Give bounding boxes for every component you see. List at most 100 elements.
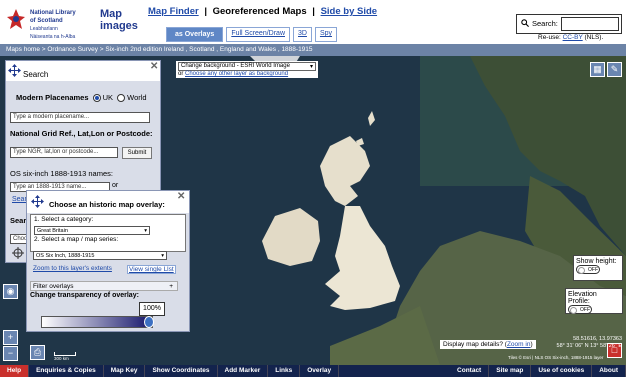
background-or: or — [178, 71, 184, 77]
show-height-label: Show height: — [576, 258, 617, 265]
attribution: Tiles © Esri | NLS OS Six-inch, 1888-191… — [508, 355, 604, 360]
step1-label: 1. Select a category: — [34, 216, 94, 223]
site-title-1: Map — [100, 8, 122, 20]
cc-by-link[interactable]: CC-BY — [563, 34, 583, 41]
category-select[interactable]: Great Britain ▾ — [34, 226, 150, 235]
enquiries-button[interactable]: Enquiries & Copies — [29, 365, 104, 377]
locate-me-icon[interactable] — [12, 247, 24, 259]
nav-current: Georeferenced Maps — [212, 6, 307, 17]
show-height-toggle[interactable]: OFF — [576, 265, 600, 274]
ngr-label: National Grid Ref., Lat,Lon or Postcode: — [10, 129, 153, 138]
six-inch-label: OS six-inch 1888-1913 names: — [10, 169, 113, 178]
print-icon[interactable]: ⎙ — [30, 345, 45, 360]
zoom-to-extents-link[interactable]: Zoom to this layer's extents — [33, 265, 112, 272]
background-chooser: Change background - ESRI World Image ▾ o… — [176, 61, 318, 78]
top-nav: Map Finder | Georeferenced Maps | Side b… — [148, 6, 377, 17]
search-link-truncated[interactable]: Sear — [12, 196, 27, 203]
view-fullscreen-button[interactable]: Full Screen/Draw — [226, 27, 290, 42]
about-link[interactable]: About — [592, 365, 626, 377]
edit-pencil-icon[interactable]: ✎ — [607, 62, 622, 77]
radio-uk-label: UK — [102, 93, 114, 102]
placename-input[interactable]: Type a modern placename... — [10, 112, 150, 123]
map-details: Display map details? (Zoom in) — [440, 340, 536, 349]
zoom-in-link[interactable]: Zoom in — [507, 341, 530, 348]
filter-overlays[interactable]: Filter overlays + — [30, 281, 178, 291]
zoom-in-button[interactable]: + — [3, 330, 18, 345]
show-height-box: Show height: OFF — [573, 255, 623, 281]
background-other-link[interactable]: Choose any other layer as background — [185, 71, 288, 77]
ngr-input[interactable]: Type NGR, lat,lon or postcode... — [10, 147, 118, 158]
move-arrows-icon[interactable] — [8, 64, 21, 77]
help-button[interactable]: Help — [0, 365, 30, 377]
view-3d-button[interactable]: 3D — [293, 27, 312, 42]
transparency-value[interactable]: 100% — [139, 302, 165, 316]
reuse-licence: Re-use: CC-BY (NLS). — [538, 34, 603, 41]
expand-plus-icon: + — [169, 283, 173, 290]
search-input[interactable] — [561, 17, 619, 31]
show-coordinates-button[interactable]: Show Coordinates — [145, 365, 218, 377]
transparency-slider[interactable] — [41, 316, 153, 328]
elevation-toggle[interactable]: OFF — [568, 305, 592, 314]
eye-icon[interactable]: ◉ — [3, 284, 18, 299]
close-icon[interactable]: ✕ — [150, 61, 158, 72]
map-key-button[interactable]: Map Key — [104, 365, 146, 377]
zoom-out-button[interactable]: − — [3, 346, 18, 361]
background-select[interactable]: Change background - ESRI World Image ▾ — [178, 62, 316, 71]
modern-placenames-text: Modern Placenames — [16, 93, 89, 102]
coord-decimal: 58.51616, 13.97363 — [573, 336, 622, 342]
background-selected: Change background - ESRI World Image — [181, 63, 290, 69]
transparency-slider-thumb[interactable] — [144, 316, 154, 328]
reuse-suffix: (NLS). — [584, 34, 604, 41]
org-gaelic-2: Nàiseanta na h-Alba — [30, 34, 76, 40]
site-search: Search: — [516, 14, 622, 34]
chevron-down-icon: ▾ — [161, 253, 164, 259]
radio-uk[interactable] — [92, 94, 101, 103]
view-spy-button[interactable]: Spy — [314, 27, 338, 42]
org-gaelic-1: Leabharlann — [30, 26, 58, 32]
radio-world[interactable] — [117, 94, 126, 103]
move-arrows-icon[interactable] — [31, 195, 44, 208]
site-title[interactable]: Map images — [100, 8, 138, 32]
chevron-down-icon: ▾ — [144, 228, 147, 234]
view-single-list-link[interactable]: View single Llst — [127, 265, 176, 274]
reuse-prefix: Re-use: — [538, 34, 561, 41]
submit-button[interactable]: Submit — [122, 147, 152, 159]
details-text: Display map details? ( — [443, 341, 507, 348]
coordinate-readout: 58.51616, 13.97363 58° 31' 06" N 13° 58'… — [544, 336, 622, 350]
series-value: OS Six Inch, 1888-1915 — [36, 253, 95, 259]
add-marker-button[interactable]: Add Marker — [218, 365, 269, 377]
search-icon[interactable] — [521, 19, 529, 27]
details-close: ) — [530, 341, 533, 348]
search-panel-title: Search — [23, 70, 49, 79]
links-button[interactable]: Links — [268, 365, 301, 377]
view-overlays-button[interactable]: as Overlays — [166, 27, 224, 42]
breadcrumb[interactable]: Maps home > Ordnance Survey > Six-inch 2… — [0, 44, 626, 56]
overlay-panel-title: Choose an historic map overlay: — [49, 200, 165, 209]
footer-spacer — [339, 365, 450, 377]
overlay-panel-header: Choose an historic map overlay: ✕ — [27, 191, 189, 213]
radio-world-label: World — [127, 93, 147, 102]
coord-dms: 58° 31' 06" N 13° 58' 26" E — [556, 343, 622, 349]
six-inch-or: or — [112, 182, 119, 189]
site-map-link[interactable]: Site map — [489, 365, 532, 377]
modern-placenames-label: Modern Placenames UK World — [16, 93, 147, 103]
org-name-1: National Library — [30, 10, 76, 16]
scale-bar: 300 km — [54, 352, 76, 361]
overlay-button[interactable]: Overlay — [300, 365, 340, 377]
footer-bar: Help Enquiries & Copies Map Key Show Coo… — [0, 365, 626, 377]
nls-name: National Library of Scotland Leabharlann… — [30, 9, 76, 41]
cookies-link[interactable]: Use of cookies — [531, 365, 593, 377]
nav-separator: | — [204, 6, 207, 17]
overlay-panel: Choose an historic map overlay: ✕ 1. Sel… — [26, 190, 190, 332]
nav-map-finder[interactable]: Map Finder — [148, 6, 199, 17]
close-icon[interactable]: ✕ — [177, 191, 185, 202]
elevation-box: Elevation Profile: OFF — [565, 288, 623, 314]
layers-icon[interactable]: ▦ — [590, 62, 605, 77]
contact-link[interactable]: Contact — [450, 365, 490, 377]
series-select[interactable]: OS Six Inch, 1888-1915 ▾ — [33, 251, 167, 260]
nls-logo-icon[interactable] — [6, 8, 26, 30]
org-name-2: of Scotland — [30, 18, 63, 24]
nav-separator: | — [312, 6, 315, 17]
scale-label: 300 km — [54, 356, 69, 361]
nav-side-by-side[interactable]: Side by Side — [321, 6, 378, 17]
